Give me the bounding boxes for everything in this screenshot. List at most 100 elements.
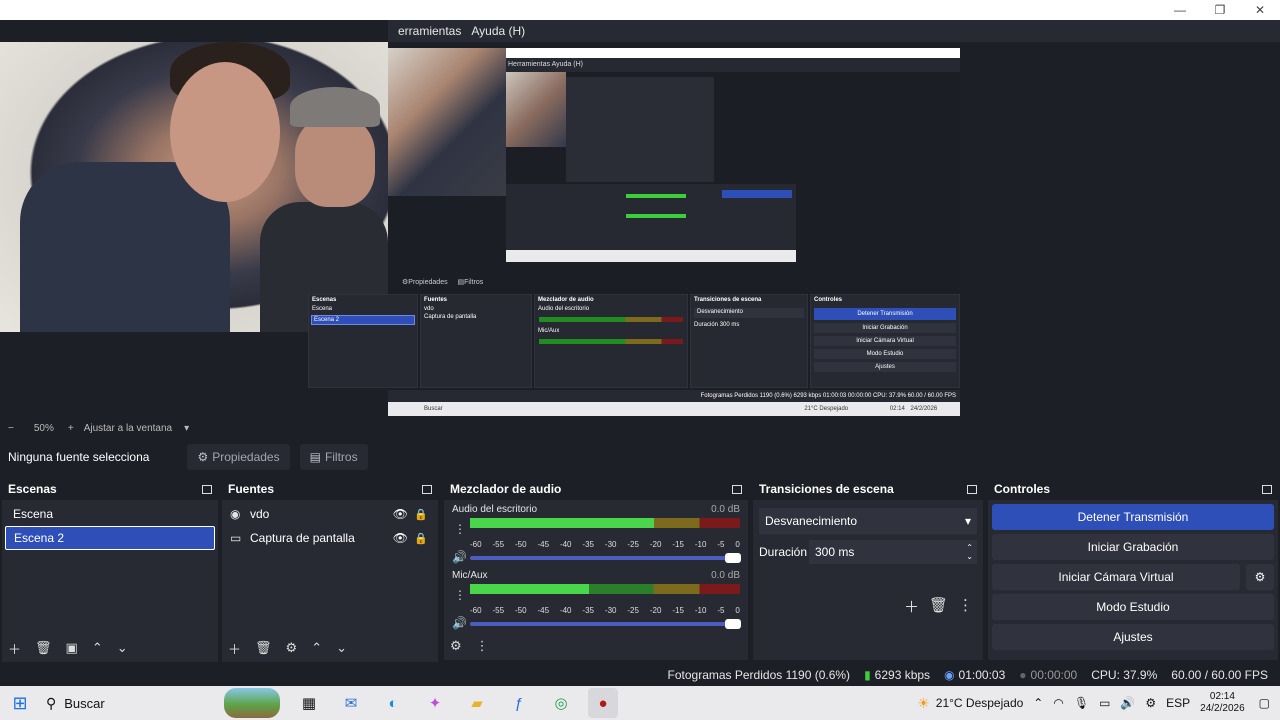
meter-tick-label: -15 — [672, 606, 684, 615]
edge-icon[interactable]: ◐ — [378, 688, 408, 718]
undock-icon[interactable] — [202, 484, 212, 494]
filters-label: Filtros — [324, 450, 358, 464]
obs-icon[interactable]: ● — [588, 688, 618, 718]
transition-select[interactable]: Desvanecimiento ▾ — [759, 508, 977, 534]
meter-tick-label: -45 — [537, 606, 550, 615]
maximize-button[interactable]: ❐ — [1200, 0, 1240, 20]
volume-slider[interactable] — [470, 619, 741, 629]
zoom-in-button[interactable]: + — [68, 423, 74, 434]
stop-stream-button[interactable]: Detener Transmisión — [992, 504, 1274, 530]
chevron-up-icon[interactable]: ⌃ — [1033, 696, 1043, 710]
add-icon[interactable]: ＋ — [228, 639, 241, 658]
volume-slider[interactable] — [470, 553, 741, 563]
spin-arrows-icon[interactable]: ⌃ ⌄ — [966, 543, 973, 561]
eye-icon[interactable]: 👁 — [393, 507, 408, 521]
file-explorer-icon[interactable]: ▰ — [462, 688, 492, 718]
duration-input[interactable]: 300 ms ⌃ ⌄ — [809, 540, 977, 564]
add-icon[interactable]: ＋ — [8, 639, 21, 658]
gear-icon[interactable]: ⚙ — [286, 640, 298, 656]
meter-tick-label: -10 — [694, 540, 707, 549]
battery-icon[interactable]: ▭ — [1099, 696, 1110, 710]
undock-icon[interactable] — [1262, 484, 1272, 494]
lock-icon[interactable]: 🔒 — [414, 508, 428, 521]
volume-icon[interactable]: 🔊 — [452, 550, 467, 564]
chrome-icon[interactable]: ◎ — [546, 688, 576, 718]
volume-knob[interactable] — [725, 619, 741, 629]
trash-icon[interactable]: 🗑 — [929, 596, 948, 617]
camera-icon: ◉ — [230, 507, 241, 521]
source-item[interactable]: ◉ vdo 👁 🔒 — [222, 502, 438, 526]
weather-icon[interactable]: ☀ — [917, 695, 930, 712]
eye-icon[interactable]: 👁 — [393, 531, 408, 545]
wifi-icon[interactable]: ◠ — [1053, 696, 1063, 710]
cpu-usage: CPU: 37.9% — [1091, 668, 1158, 682]
arrow-down-icon[interactable]: ⌄ — [336, 640, 347, 656]
properties-button[interactable]: ⚙ Propiedades — [187, 444, 290, 470]
minimize-button[interactable]: — — [1160, 0, 1200, 20]
add-icon[interactable]: ＋ — [904, 596, 919, 617]
arrow-up-icon[interactable]: ⌃ — [92, 640, 103, 656]
undock-icon[interactable] — [732, 484, 742, 494]
network-icon[interactable]: ⚙ — [1145, 696, 1156, 710]
menu-ayuda[interactable]: Ayuda (H) — [471, 24, 525, 38]
settings-button[interactable]: Ajustes — [992, 624, 1274, 650]
arrow-down-icon[interactable]: ⌄ — [117, 640, 128, 656]
gear-icon[interactable]: ⚙ — [450, 638, 462, 654]
zoom-out-button[interactable]: − — [8, 423, 14, 434]
copilot-icon[interactable]: ✦ — [420, 688, 450, 718]
scene-item-selected[interactable]: Escena 2 — [5, 526, 215, 550]
more-icon[interactable]: ⋮ — [476, 638, 489, 654]
meter-tick-label: -15 — [672, 540, 684, 549]
outlook-icon[interactable]: ✉ — [336, 688, 366, 718]
filter-icon[interactable]: ▣ — [66, 640, 78, 656]
language-indicator[interactable]: ESP — [1166, 696, 1190, 710]
meter-ticks: -60 -55 -50 -45 -40 -35 -30 -25 -20 -15 -10 -5 0 — [470, 540, 740, 549]
undock-icon[interactable] — [422, 484, 432, 494]
search-highlight-image[interactable] — [224, 688, 280, 718]
more-icon[interactable]: ⋮ — [958, 596, 973, 617]
nested-settings: Ajustes — [814, 362, 956, 372]
taskbar-search[interactable]: ⚲ Buscar — [46, 695, 216, 712]
sources-dock: Fuentes ◉ vdo 👁 🔒 ▭ Captura de pantalla … — [222, 478, 438, 662]
trash-icon[interactable]: 🗑 — [255, 640, 272, 656]
controls-dock-header: Controles — [988, 478, 1278, 500]
volume-icon[interactable]: 🔊 — [452, 616, 467, 630]
undock-icon[interactable] — [967, 484, 977, 494]
more-icon[interactable]: ⋮ — [454, 522, 466, 536]
controls-body: Detener Transmisión Iniciar Grabación In… — [988, 504, 1278, 664]
scene-item[interactable]: Escena — [5, 502, 215, 526]
menu-herramientas[interactable]: erramientas — [398, 24, 461, 38]
meter-tick-label: -30 — [604, 540, 617, 549]
task-view-icon[interactable]: ▦ — [294, 688, 324, 718]
app-icon[interactable]: ƒ — [504, 688, 534, 718]
windows-start-icon[interactable]: ⊞ — [0, 693, 40, 714]
notification-icon[interactable]: ▢ — [1259, 696, 1270, 710]
close-button[interactable]: ✕ — [1240, 0, 1280, 20]
meter-tick-label: -25 — [627, 606, 639, 615]
meter-ticks: -60 -55 -50 -45 -40 -35 -30 -25 -20 -15 -10 -5 0 — [470, 606, 740, 615]
start-recording-button[interactable]: Iniciar Grabación — [992, 534, 1274, 560]
stream-icon: ◉ — [944, 668, 955, 682]
properties-label: Propiedades — [212, 450, 280, 464]
fit-to-window-button[interactable]: Ajustar a la ventana — [84, 423, 172, 434]
preview-canvas[interactable]: Herramientas Ayuda (H) ⚙Propiedades ▤Fil… — [0, 42, 1280, 420]
more-icon[interactable]: ⋮ — [454, 588, 466, 602]
weather-label[interactable]: 21°C Despejado — [936, 696, 1024, 710]
meter-tick-label: -45 — [537, 540, 550, 549]
gear-icon[interactable]: ⚙ — [1246, 564, 1274, 590]
chevron-down-icon[interactable]: ▾ — [184, 423, 189, 434]
studio-mode-button[interactable]: Modo Estudio — [992, 594, 1274, 620]
source-toolbar: Ninguna fuente selecciona ⚙ Propiedades … — [0, 442, 1280, 472]
nested-controls-dock: Controles Detener Transmisión Iniciar Gr… — [810, 294, 960, 388]
volume-knob[interactable] — [725, 553, 741, 563]
start-virtual-camera-button[interactable]: Iniciar Cámara Virtual — [992, 564, 1240, 590]
trash-icon[interactable]: 🗑 — [35, 640, 52, 656]
lock-icon[interactable]: 🔒 — [414, 532, 428, 545]
arrow-up-icon[interactable]: ⌃ — [311, 640, 322, 656]
filters-button[interactable]: ▤ Filtros — [299, 444, 368, 470]
clock[interactable]: 02:14 24/2/2026 — [1200, 691, 1245, 715]
zoom-bar: − 50% + Ajustar a la ventana ▾ — [0, 420, 1280, 436]
source-item[interactable]: ▭ Captura de pantalla 👁 🔒 — [222, 526, 438, 550]
speaker-icon[interactable]: 🔊 — [1120, 696, 1135, 710]
mic-icon[interactable]: 🎙 — [1074, 696, 1089, 710]
